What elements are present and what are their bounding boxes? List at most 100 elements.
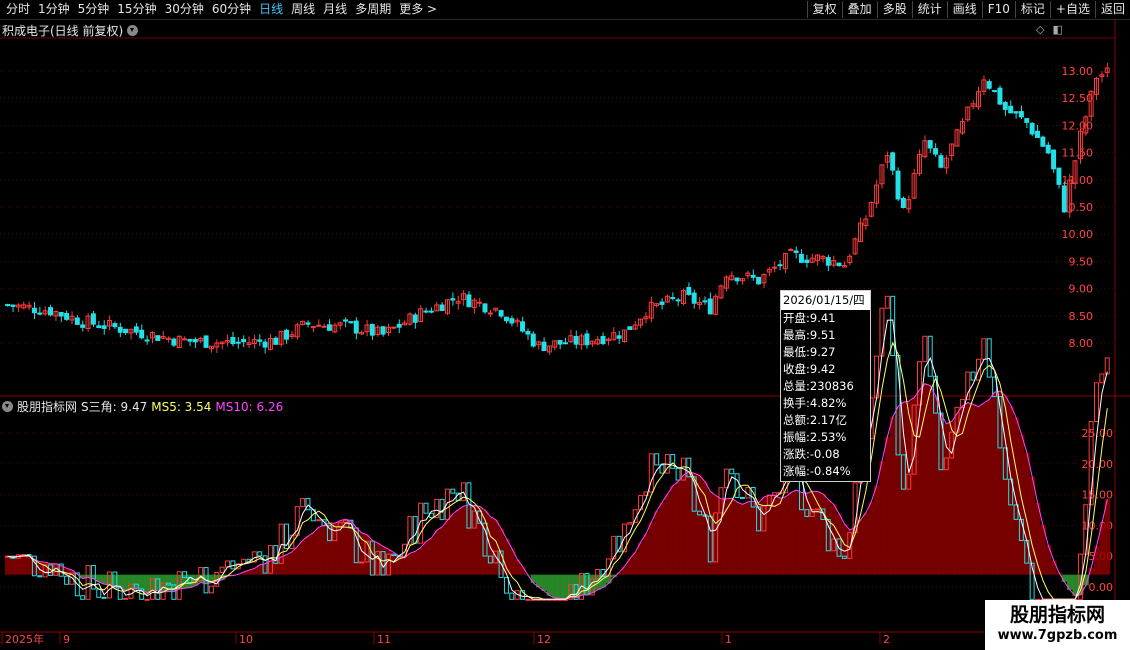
price-tick-label: 11.50 bbox=[1062, 147, 1094, 160]
candle-body bbox=[80, 324, 86, 328]
candle-body bbox=[101, 325, 107, 329]
xaxis-label: 1 bbox=[725, 633, 732, 646]
price-tick-label: 12.50 bbox=[1062, 92, 1094, 105]
indicator-bar bbox=[300, 497, 306, 508]
area-bar bbox=[772, 495, 778, 575]
chevron-down-icon[interactable] bbox=[2, 401, 13, 412]
area-bar bbox=[530, 574, 537, 583]
indicator-bar bbox=[525, 598, 531, 601]
kline-chart[interactable]: 13.0012.5012.0011.5011.0010.5010.009.509… bbox=[0, 0, 1130, 650]
area-bar bbox=[305, 536, 312, 575]
candle-body bbox=[230, 336, 236, 345]
candle-body bbox=[557, 340, 563, 345]
area-bar bbox=[932, 396, 939, 575]
area-bar bbox=[423, 541, 430, 575]
area-bar bbox=[101, 574, 108, 585]
area-bar bbox=[739, 504, 746, 575]
candle-body bbox=[348, 321, 354, 324]
candle-body bbox=[428, 310, 434, 313]
area-bar bbox=[418, 547, 424, 575]
indicator-bar bbox=[96, 588, 102, 598]
area-bar bbox=[965, 402, 971, 575]
candle-body bbox=[273, 337, 279, 345]
candle-body bbox=[986, 81, 992, 89]
area-bar bbox=[782, 496, 789, 575]
indicator-bar bbox=[734, 473, 740, 498]
candle-body bbox=[112, 323, 118, 328]
candle-body bbox=[5, 304, 11, 307]
candle-body bbox=[584, 333, 590, 346]
indicator-bar bbox=[101, 596, 107, 599]
tooltip-row: 涨幅:-0.84% bbox=[783, 464, 851, 478]
indicator-name: 股朋指标网 bbox=[17, 400, 78, 414]
area-bar bbox=[884, 436, 891, 575]
candle-body bbox=[997, 87, 1003, 105]
area-bar bbox=[487, 516, 494, 575]
indicator-bar bbox=[450, 488, 456, 494]
candle-body bbox=[37, 312, 43, 315]
indicator-bar bbox=[509, 592, 515, 600]
area-bar bbox=[552, 574, 558, 598]
candle-body bbox=[391, 326, 397, 329]
indicator-bar bbox=[675, 467, 681, 481]
candle-body bbox=[96, 325, 102, 329]
candle-body bbox=[369, 323, 375, 336]
indicator-bar bbox=[64, 575, 70, 585]
candle-body bbox=[707, 298, 713, 315]
candle-body bbox=[686, 286, 692, 295]
indicator-bar bbox=[144, 598, 150, 601]
area-bar bbox=[144, 574, 151, 593]
area-bar bbox=[434, 530, 440, 575]
indicator-bar bbox=[981, 338, 987, 360]
candle-body bbox=[257, 339, 263, 342]
price-tick-label: 9.00 bbox=[1069, 283, 1094, 296]
s-value: S三角: 9.47 bbox=[81, 400, 148, 414]
candle-body bbox=[192, 339, 198, 343]
area-bar bbox=[686, 471, 692, 575]
indicator-bar bbox=[729, 468, 735, 475]
candle-body bbox=[992, 90, 998, 93]
candle-body bbox=[343, 319, 349, 322]
candle-body bbox=[58, 312, 64, 317]
area-bar bbox=[401, 557, 408, 575]
area-bar bbox=[632, 552, 639, 575]
area-bar bbox=[444, 520, 451, 575]
candle-body bbox=[627, 326, 633, 330]
watermark-url: www.7gpzb.com bbox=[997, 628, 1118, 643]
area-bar bbox=[820, 493, 827, 575]
indicator-bar bbox=[359, 561, 365, 564]
candle-body bbox=[509, 318, 515, 324]
indicator-bar bbox=[1094, 382, 1099, 423]
area-bar bbox=[283, 554, 290, 575]
candle-body bbox=[439, 304, 445, 312]
candle-body bbox=[702, 300, 708, 303]
candle-body bbox=[10, 304, 16, 307]
indicator-bar bbox=[1099, 373, 1105, 384]
candle-body bbox=[798, 253, 804, 263]
indicator-bar bbox=[117, 587, 123, 600]
candle-body bbox=[772, 266, 778, 269]
price-tick-label: 8.50 bbox=[1069, 310, 1094, 323]
indicator-title: 股朋指标网 S三角: 9.47 MS5: 3.54 MS10: 6.26 bbox=[2, 398, 283, 415]
candle-body bbox=[412, 314, 418, 323]
area-bar bbox=[1018, 434, 1025, 575]
area-bar bbox=[407, 553, 413, 575]
candle-body bbox=[326, 324, 332, 331]
area-bar bbox=[670, 485, 676, 575]
candle-body bbox=[927, 140, 933, 149]
area-bar bbox=[337, 520, 344, 575]
xaxis-label: 11 bbox=[377, 633, 391, 646]
candle-body bbox=[305, 322, 311, 325]
area-bar bbox=[654, 510, 660, 575]
candle-body bbox=[750, 274, 756, 278]
area-bar bbox=[664, 494, 671, 575]
indicator-bar bbox=[257, 551, 263, 557]
indicator-bar bbox=[219, 566, 225, 574]
price-tick-label: 12.00 bbox=[1062, 119, 1094, 132]
candle-body bbox=[187, 338, 193, 342]
indicator-bar bbox=[627, 522, 633, 525]
area-bar bbox=[648, 522, 655, 575]
tooltip-row: 总额:2.17亿 bbox=[783, 413, 847, 427]
candle-body bbox=[203, 335, 209, 348]
area-bar bbox=[873, 485, 880, 575]
